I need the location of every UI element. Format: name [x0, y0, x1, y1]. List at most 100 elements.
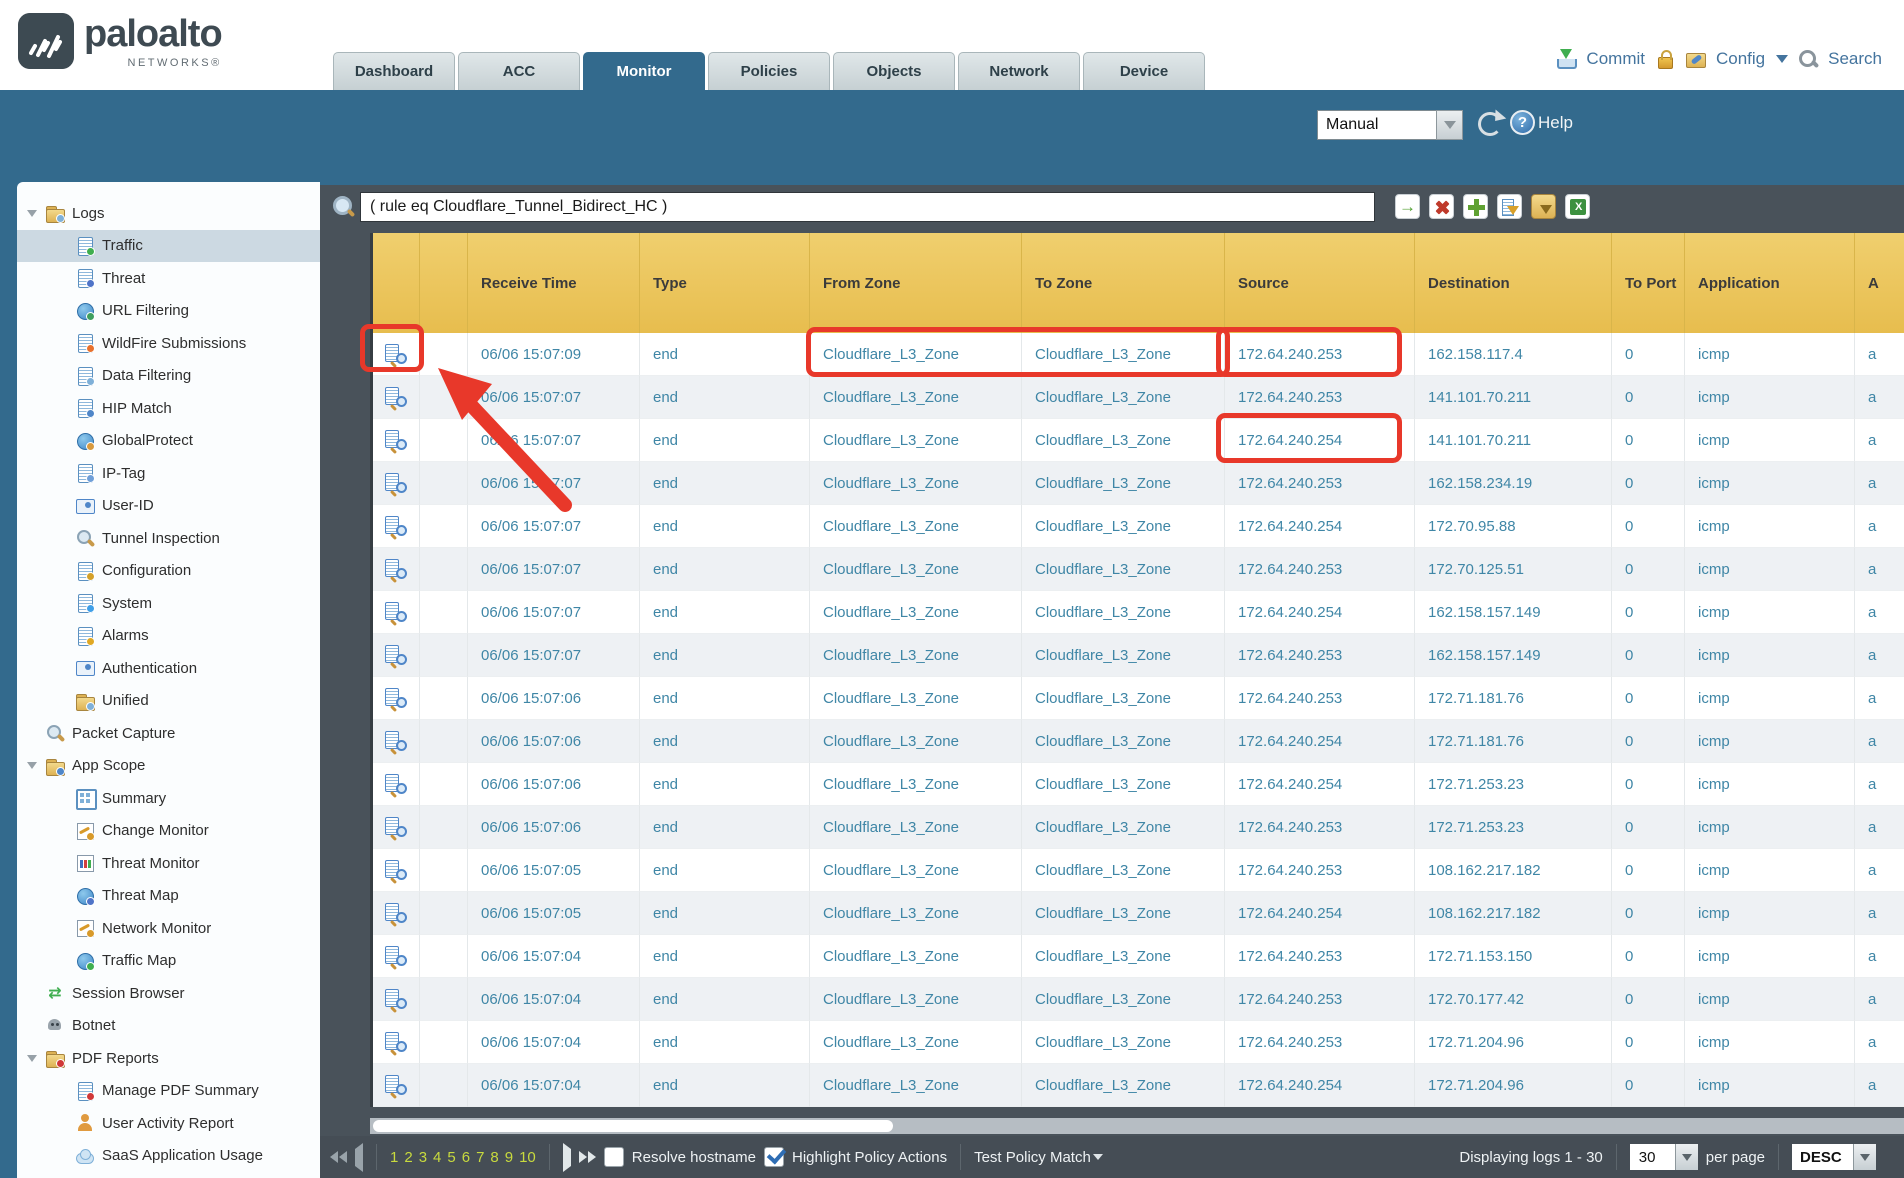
sidebar-item-pdf-reports[interactable]: PDF Reports — [17, 1042, 320, 1075]
table-row[interactable]: 06/06 15:07:07endCloudflare_L3_ZoneCloud… — [373, 548, 1904, 591]
log-detail-magnifier-icon[interactable] — [384, 644, 408, 667]
sidebar-item-user-activity-report[interactable]: User Activity Report — [17, 1107, 320, 1140]
sidebar-item-ip-tag[interactable]: IP-Tag — [17, 457, 320, 490]
sidebar-item-system[interactable]: System — [17, 587, 320, 620]
config-chevron-down-icon[interactable] — [1776, 55, 1788, 63]
per-page-dropdown-button[interactable] — [1675, 1144, 1698, 1170]
column-header-application[interactable]: Application — [1685, 233, 1855, 333]
page-number-3[interactable]: 3 — [419, 1149, 427, 1166]
sidebar-item-unified[interactable]: Unified — [17, 685, 320, 718]
table-row[interactable]: 06/06 15:07:04endCloudflare_L3_ZoneCloud… — [373, 1064, 1904, 1107]
sidebar-item-data-filtering[interactable]: Data Filtering — [17, 360, 320, 393]
expanded-triangle-icon[interactable] — [27, 1055, 37, 1062]
lock-icon[interactable] — [1654, 48, 1676, 70]
log-detail-magnifier-icon[interactable] — [384, 1031, 408, 1054]
page-number-7[interactable]: 7 — [476, 1149, 484, 1166]
sidebar-item-traffic-map[interactable]: Traffic Map — [17, 945, 320, 978]
log-detail-magnifier-icon[interactable] — [384, 429, 408, 452]
table-row[interactable]: 06/06 15:07:04endCloudflare_L3_ZoneCloud… — [373, 1021, 1904, 1064]
log-detail-magnifier-icon[interactable] — [384, 558, 408, 581]
log-detail-magnifier-icon[interactable] — [384, 945, 408, 968]
filter-input[interactable] — [360, 192, 1375, 222]
log-detail-magnifier-icon[interactable] — [384, 515, 408, 538]
sidebar-item-url-filtering[interactable]: URL Filtering — [17, 295, 320, 328]
page-number-1[interactable]: 1 — [390, 1149, 398, 1166]
search-button[interactable]: Search — [1828, 49, 1882, 69]
column-header-source[interactable]: Source — [1225, 233, 1415, 333]
help-control[interactable]: ? Help — [1510, 110, 1573, 135]
refresh-icon[interactable] — [1478, 112, 1502, 136]
log-detail-magnifier-icon[interactable] — [384, 902, 408, 925]
tab-device[interactable]: Device — [1083, 52, 1205, 90]
horizontal-scrollbar[interactable] — [370, 1118, 1904, 1134]
sidebar-item-saas-application-usage[interactable]: SaaS Application Usage — [17, 1140, 320, 1173]
expanded-triangle-icon[interactable] — [27, 762, 37, 769]
refresh-interval-select[interactable]: Manual — [1317, 110, 1463, 140]
table-row[interactable]: 06/06 15:07:04endCloudflare_L3_ZoneCloud… — [373, 935, 1904, 978]
tab-network[interactable]: Network — [958, 52, 1080, 90]
sidebar-item-session-browser[interactable]: ⇄Session Browser — [17, 977, 320, 1010]
expanded-triangle-icon[interactable] — [27, 210, 37, 217]
sidebar-item-manage-pdf-summary[interactable]: Manage PDF Summary — [17, 1075, 320, 1108]
next-page-button[interactable] — [563, 1149, 571, 1166]
log-detail-magnifier-icon[interactable] — [384, 730, 408, 753]
sidebar-item-tunnel-inspection[interactable]: Tunnel Inspection — [17, 522, 320, 555]
page-number-9[interactable]: 9 — [505, 1149, 513, 1166]
sidebar-item-alarms[interactable]: Alarms — [17, 620, 320, 653]
last-page-button[interactable] — [579, 1151, 596, 1163]
sidebar-item-user-id[interactable]: User-ID — [17, 490, 320, 523]
sidebar-item-threat-monitor[interactable]: Threat Monitor — [17, 847, 320, 880]
apply-filter-button[interactable]: → — [1395, 194, 1420, 219]
sidebar-item-authentication[interactable]: Authentication — [17, 652, 320, 685]
page-number-5[interactable]: 5 — [447, 1149, 455, 1166]
page-number-10[interactable]: 10 — [519, 1149, 536, 1166]
table-row[interactable]: 06/06 15:07:06endCloudflare_L3_ZoneCloud… — [373, 763, 1904, 806]
horizontal-scrollbar-thumb[interactable] — [373, 1120, 893, 1132]
table-row[interactable]: 06/06 15:07:07endCloudflare_L3_ZoneCloud… — [373, 591, 1904, 634]
column-header-a[interactable]: A — [1855, 233, 1904, 333]
sidebar-item-network-monitor[interactable]: Network Monitor — [17, 912, 320, 945]
table-row[interactable]: 06/06 15:07:06endCloudflare_L3_ZoneCloud… — [373, 720, 1904, 763]
sidebar-item-threat-map[interactable]: Threat Map — [17, 880, 320, 913]
export-to-csv-button[interactable] — [1565, 194, 1590, 219]
log-detail-magnifier-icon[interactable] — [384, 1074, 408, 1097]
page-number-4[interactable]: 4 — [433, 1149, 441, 1166]
first-page-button[interactable] — [330, 1151, 347, 1163]
sidebar-item-configuration[interactable]: Configuration — [17, 555, 320, 588]
commit-button[interactable]: Commit — [1586, 49, 1645, 69]
add-filter-button[interactable] — [1463, 194, 1488, 219]
config-button[interactable]: Config — [1716, 49, 1765, 69]
sidebar-item-traffic[interactable]: Traffic — [17, 230, 320, 263]
tab-acc[interactable]: ACC — [458, 52, 580, 90]
column-header-to-port[interactable]: To Port — [1612, 233, 1685, 333]
sidebar-item-wildfire-submissions[interactable]: WildFire Submissions — [17, 327, 320, 360]
table-row[interactable]: 06/06 15:07:07endCloudflare_L3_ZoneCloud… — [373, 376, 1904, 419]
table-row[interactable]: 06/06 15:07:07endCloudflare_L3_ZoneCloud… — [373, 634, 1904, 677]
log-detail-magnifier-icon[interactable] — [384, 816, 408, 839]
table-row[interactable]: 06/06 15:07:05endCloudflare_L3_ZoneCloud… — [373, 849, 1904, 892]
sidebar-item-hip-match[interactable]: HIP Match — [17, 392, 320, 425]
table-row[interactable]: 06/06 15:07:07endCloudflare_L3_ZoneCloud… — [373, 505, 1904, 548]
table-row[interactable]: 06/06 15:07:07endCloudflare_L3_ZoneCloud… — [373, 419, 1904, 462]
log-detail-magnifier-icon[interactable] — [384, 601, 408, 624]
page-number-8[interactable]: 8 — [490, 1149, 498, 1166]
log-detail-magnifier-icon[interactable] — [384, 472, 408, 495]
table-row[interactable]: 06/06 15:07:04endCloudflare_L3_ZoneCloud… — [373, 978, 1904, 1021]
sidebar-item-globalprotect[interactable]: GlobalProtect — [17, 425, 320, 458]
column-header-receive-time[interactable]: Receive Time — [468, 233, 640, 333]
sidebar-item-app-scope[interactable]: App Scope — [17, 750, 320, 783]
table-row[interactable]: 06/06 15:07:06endCloudflare_L3_ZoneCloud… — [373, 677, 1904, 720]
sort-order-dropdown-button[interactable] — [1853, 1144, 1876, 1170]
column-header-blank[interactable] — [420, 233, 468, 333]
per-page-input[interactable]: 30 — [1630, 1144, 1676, 1170]
sidebar-item-logs[interactable]: Logs — [17, 197, 320, 230]
table-row[interactable]: 06/06 15:07:05endCloudflare_L3_ZoneCloud… — [373, 892, 1904, 935]
previous-page-button[interactable] — [355, 1149, 363, 1166]
sidebar-item-change-monitor[interactable]: Change Monitor — [17, 815, 320, 848]
table-row[interactable]: 06/06 15:07:07endCloudflare_L3_ZoneCloud… — [373, 462, 1904, 505]
refresh-interval-dropdown-button[interactable] — [1436, 110, 1463, 140]
log-detail-magnifier-icon[interactable] — [384, 859, 408, 882]
column-header-type[interactable]: Type — [640, 233, 810, 333]
sidebar-item-summary[interactable]: Summary — [17, 782, 320, 815]
clear-filter-button[interactable] — [1429, 194, 1454, 219]
